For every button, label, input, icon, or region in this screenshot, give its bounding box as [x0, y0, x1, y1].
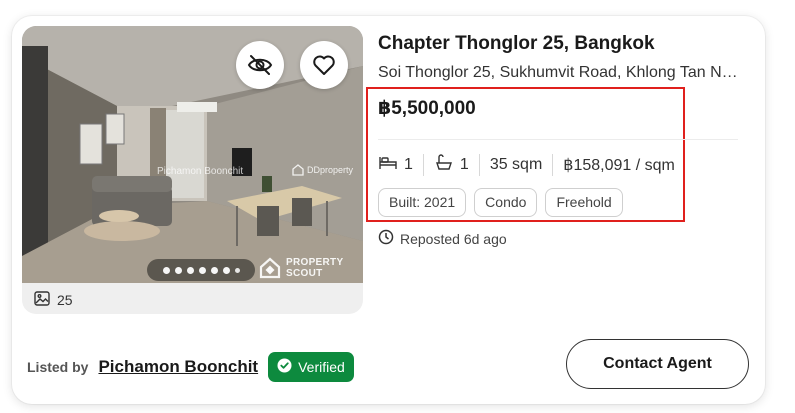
floor-area: 35 sqm: [490, 156, 542, 174]
bathrooms-value: 1: [459, 156, 469, 173]
tag-property-type: Condo: [474, 188, 538, 217]
favorite-button[interactable]: [300, 41, 348, 89]
tag-built-year: Built: 2021: [378, 188, 467, 217]
gallery-icon: [34, 291, 50, 309]
bathrooms: 1: [434, 153, 469, 177]
brand-line-2: SCOUT: [286, 268, 323, 279]
divider: [378, 139, 738, 140]
listing-title[interactable]: Chapter Thonglor 25, Bangkok: [378, 33, 655, 55]
listing-card[interactable]: Pichamon Boonchit DDproperty PROPERTY SC…: [12, 16, 765, 404]
clock-icon: [378, 229, 394, 248]
heart-icon: [312, 54, 336, 76]
ddproperty-logo-icon: [292, 164, 304, 176]
agent-name-link[interactable]: Pichamon Boonchit: [98, 357, 258, 377]
hide-listing-button[interactable]: [236, 41, 284, 89]
price-per-sqm: ฿158,091 / sqm: [563, 155, 675, 175]
listed-by-label: Listed by: [27, 359, 89, 375]
brand-line-1: PROPERTY: [286, 257, 344, 268]
carousel-dot[interactable]: [174, 266, 182, 274]
price-per-sqm-value: ฿158,091 / sqm: [563, 157, 675, 174]
bath-icon: [434, 153, 454, 177]
propertyscout-watermark: PROPERTY SCOUT: [258, 256, 343, 280]
carousel-dot[interactable]: [222, 266, 230, 274]
verified-badge: Verified: [268, 352, 354, 382]
watermark-agent-name: Pichamon Boonchit: [157, 166, 244, 177]
eye-off-icon: [247, 52, 273, 78]
photo-count-value: 25: [57, 292, 73, 308]
carousel-dot[interactable]: [234, 267, 240, 273]
check-badge-icon: [277, 358, 292, 376]
watermark-site-label: DDproperty: [307, 165, 354, 175]
spec-separator: [422, 154, 424, 176]
carousel-dot[interactable]: [186, 266, 194, 274]
listing-specs: 1 1 35 sqm ฿158,091 / sqm: [378, 153, 675, 177]
carousel-dots[interactable]: [147, 259, 255, 281]
reposted-text: Reposted 6d ago: [400, 230, 507, 247]
propertyscout-logo-icon: [258, 256, 282, 280]
photo-count[interactable]: 25: [34, 291, 73, 309]
listed-by: Listed by Pichamon Boonchit Verified: [27, 352, 354, 382]
area-value: 35 sqm: [489, 156, 543, 173]
spec-separator: [478, 154, 480, 176]
listing-tags: Built: 2021 Condo Freehold: [378, 188, 623, 217]
bed-icon: [378, 155, 398, 176]
listing-photo[interactable]: Pichamon Boonchit DDproperty PROPERTY SC…: [22, 26, 363, 283]
spec-separator: [552, 154, 554, 176]
carousel-dot[interactable]: [198, 266, 206, 274]
listing-media: Pichamon Boonchit DDproperty PROPERTY SC…: [22, 26, 363, 314]
carousel-dot[interactable]: [210, 266, 218, 274]
listing-price: ฿5,500,000: [378, 98, 476, 119]
tag-tenure: Freehold: [545, 188, 623, 217]
carousel-dot[interactable]: [162, 266, 170, 274]
listing-address: Soi Thonglor 25, Sukhumvit Road, Khlong …: [378, 64, 742, 81]
bedrooms-value: 1: [404, 156, 413, 173]
watermark-ddproperty: DDproperty: [292, 164, 353, 176]
bedrooms: 1: [378, 155, 413, 176]
verified-label: Verified: [298, 359, 345, 375]
reposted-info: Reposted 6d ago: [378, 229, 507, 248]
contact-agent-button[interactable]: Contact Agent: [566, 339, 749, 389]
